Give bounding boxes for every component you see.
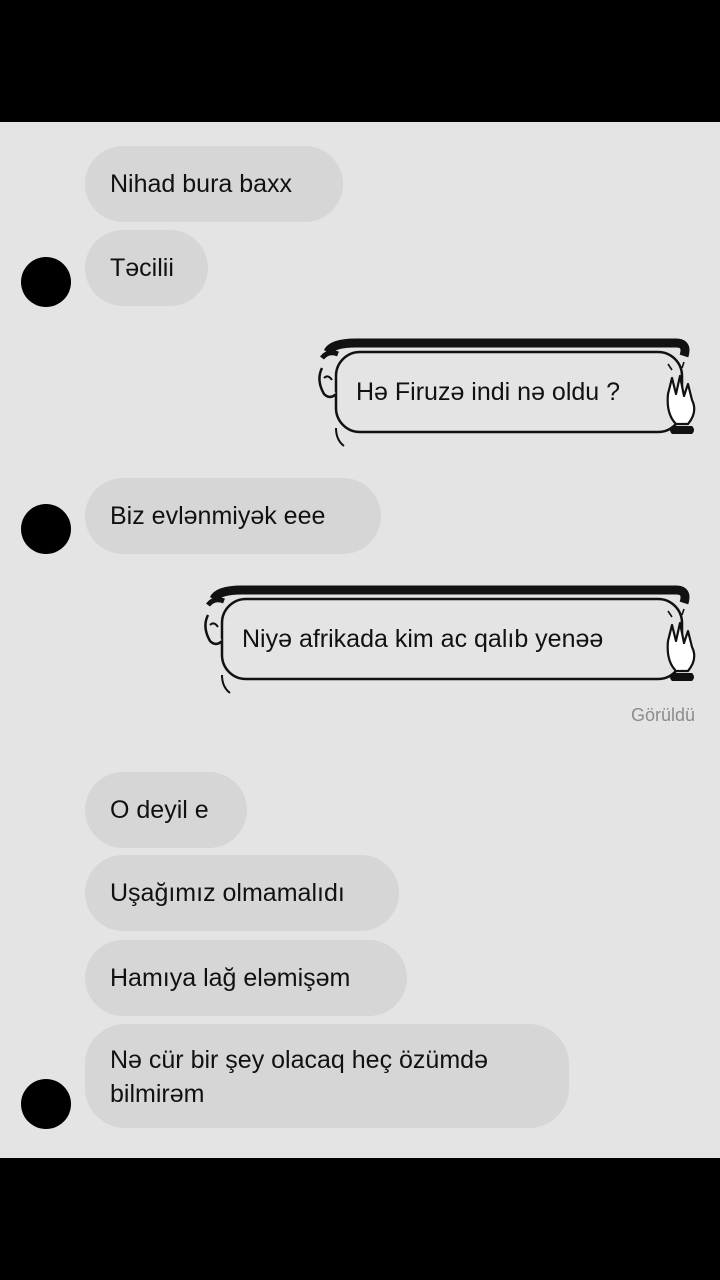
message-bubble-received[interactable]: Nə cür bir şey olacaq heç özümdə bilmirə… <box>85 1024 569 1128</box>
sent-message-text: Niyə afrikada kim ac qalıb yenəə <box>242 625 604 653</box>
avatar[interactable] <box>21 257 71 307</box>
message-bubble-received[interactable]: Təcilii <box>85 230 208 306</box>
message-bubble-sent[interactable]: Hə Firuzə indi nə oldu ? <box>316 338 702 448</box>
sent-message-text: Hə Firuzə indi nə oldu ? <box>356 378 621 406</box>
avatar[interactable] <box>21 504 71 554</box>
message-bubble-received[interactable]: Hamıya lağ eləmişəm <box>85 940 407 1016</box>
message-bubble-received[interactable]: O deyil e <box>85 772 247 848</box>
message-bubble-received[interactable]: Uşağımız olmamalıdı <box>85 855 399 931</box>
message-bubble-received[interactable]: Nihad bura baxx <box>85 146 343 222</box>
chat-screen: Nihad bura baxx Təcilii Hə Firuzə indi n… <box>0 122 720 1158</box>
message-bubble-sent[interactable]: Niyə afrikada kim ac qalıb yenəə <box>202 585 702 695</box>
message-bubble-received[interactable]: Biz evlənmiyək eee <box>85 478 381 554</box>
seen-status: Görüldü <box>630 705 695 725</box>
avatar[interactable] <box>21 1079 71 1129</box>
